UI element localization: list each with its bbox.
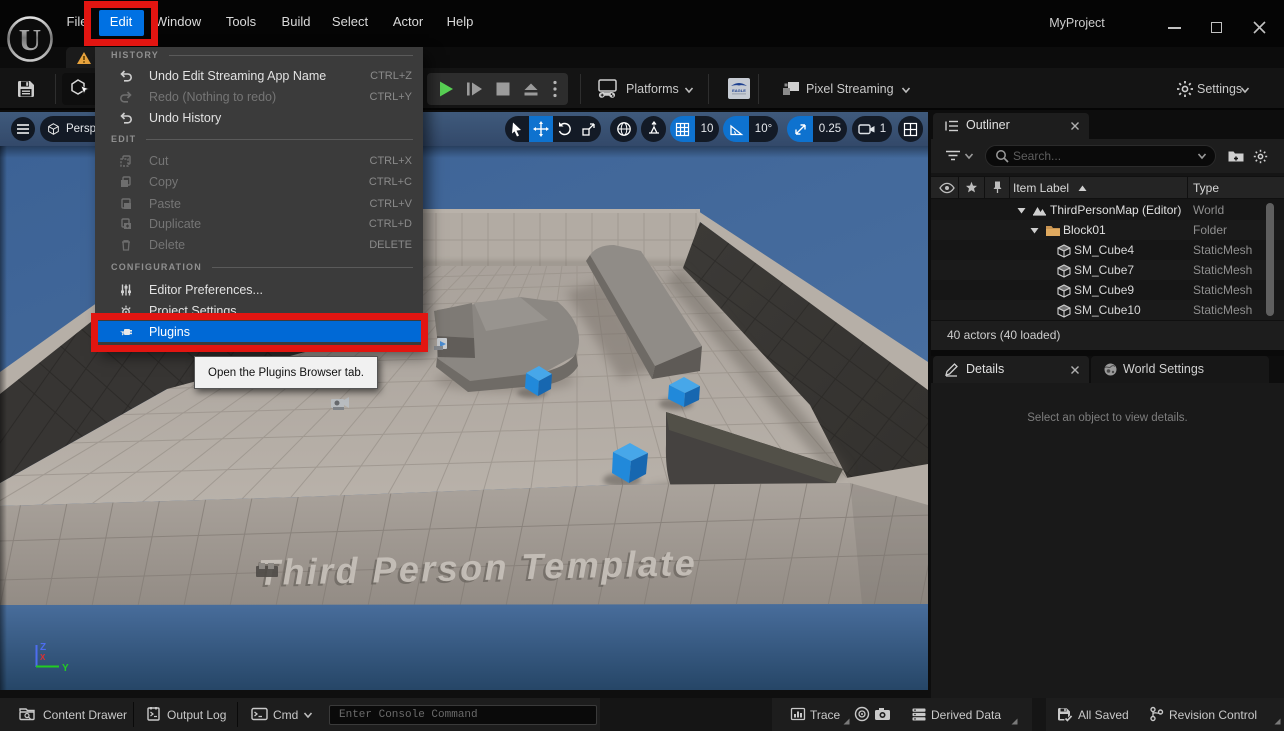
- svg-text:EAGLE: EAGLE: [732, 88, 746, 93]
- svg-text:U: U: [19, 22, 41, 57]
- svg-text:X: X: [40, 653, 46, 662]
- svg-text:Y: Y: [62, 663, 69, 674]
- svg-text:Z: Z: [40, 642, 46, 653]
